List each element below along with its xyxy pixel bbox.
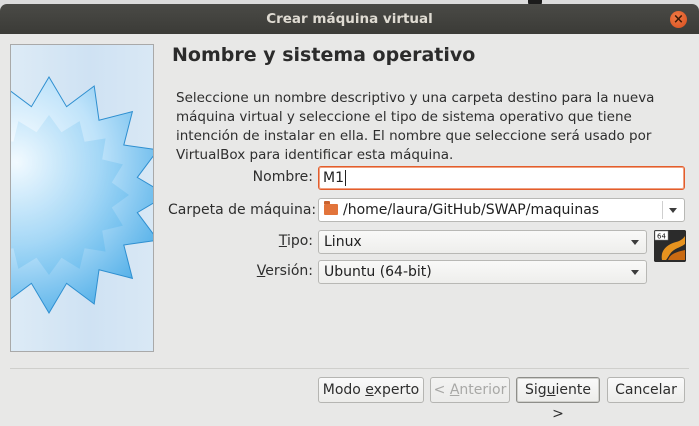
combo-separator xyxy=(662,201,663,219)
back-button[interactable]: < Anterior xyxy=(430,377,510,403)
back-rest: nterior xyxy=(459,382,507,398)
back-pre: < xyxy=(433,382,450,398)
close-icon[interactable]: × xyxy=(670,11,687,28)
next-button[interactable]: Siguiente > xyxy=(516,377,600,422)
page-title: Nombre y sistema operativo xyxy=(172,44,476,66)
page-description: Seleccione un nombre descriptivo y una c… xyxy=(176,90,655,163)
ubuntu-os-icon: 64 xyxy=(654,230,686,262)
next-pre: Sig xyxy=(524,382,547,398)
type-label: Tipo: xyxy=(250,233,313,249)
next-mnemonic: u xyxy=(546,382,556,398)
divider xyxy=(10,368,689,369)
folder-value: /home/laura/GitHub/SWAP/maquinas xyxy=(343,202,600,218)
os-badge-text: 64 xyxy=(657,232,666,240)
version-label-rest: ersión: xyxy=(265,263,313,279)
type-select[interactable]: Linux xyxy=(318,230,647,254)
back-mnemonic: A xyxy=(449,382,460,398)
name-label: Nombre: xyxy=(252,169,313,185)
folder-combo[interactable]: /home/laura/GitHub/SWAP/maquinas xyxy=(318,198,685,222)
chevron-down-icon xyxy=(631,270,639,275)
window-title: Crear máquina virtual xyxy=(266,11,433,27)
next-rest: iente > xyxy=(552,382,592,422)
star-burst-icon xyxy=(11,76,153,314)
title-bar[interactable]: Crear máquina virtual × xyxy=(0,4,699,34)
version-label: Versión: xyxy=(240,263,313,279)
expert-mode-button[interactable]: Modo experto xyxy=(318,377,424,403)
type-label-rest: ipo: xyxy=(286,233,313,249)
text-caret xyxy=(345,170,346,186)
type-label-mnemonic: T xyxy=(278,233,287,249)
type-value: Linux xyxy=(324,234,362,250)
folder-icon xyxy=(324,201,338,215)
cancel-button[interactable]: Cancelar xyxy=(607,377,685,403)
chevron-down-icon[interactable] xyxy=(669,208,677,213)
name-input[interactable]: M1 xyxy=(318,166,685,190)
expert-pre: Modo xyxy=(322,382,366,398)
wizard-content: Nombre y sistema operativo Seleccione un… xyxy=(0,34,699,422)
version-select[interactable]: Ubuntu (64-bit) xyxy=(318,260,647,284)
chevron-down-icon xyxy=(631,240,639,245)
version-value: Ubuntu (64-bit) xyxy=(324,264,432,280)
name-value: M1 xyxy=(323,170,344,186)
expert-mnemonic: e xyxy=(365,382,374,398)
expert-rest: xperto xyxy=(373,382,420,398)
version-label-mnemonic: V xyxy=(256,263,266,279)
folder-label: Carpeta de máquina: xyxy=(168,202,317,218)
wizard-star-graphic xyxy=(10,44,154,352)
